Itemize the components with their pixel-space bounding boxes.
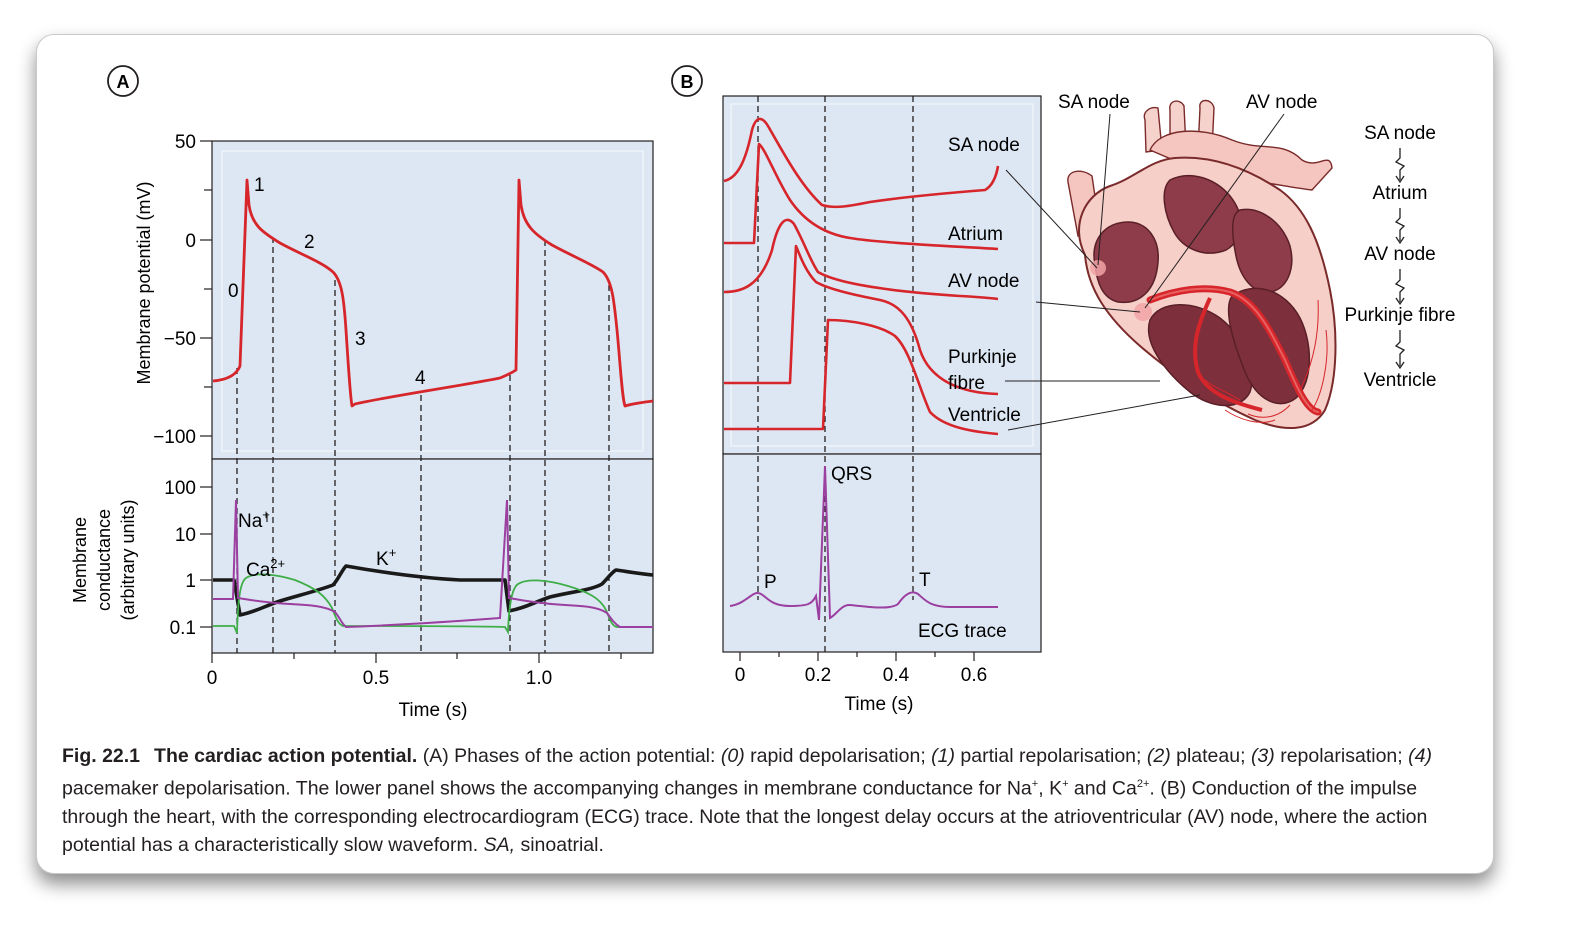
panel-b-xtick-0.4: 0.4: [883, 665, 910, 686]
caption-phase-4: (4): [1408, 745, 1432, 767]
caption-phase-1: (1): [931, 745, 955, 767]
label-sa-node-trace: SA node: [948, 135, 1020, 156]
panel-b-letter: B: [681, 72, 694, 92]
caption-text-2: rapid depolarisation;: [744, 745, 932, 767]
panel-b-xtick-0: 0: [735, 665, 746, 686]
caption-text-7: , K: [1038, 777, 1063, 800]
label-purkinje-trace: Purkinje: [948, 347, 1017, 368]
label-atrium-trace: Atrium: [948, 224, 1003, 245]
panel-b-x-axis-label: Time (s): [845, 694, 914, 715]
pathway-ventricle: Ventricle: [1364, 370, 1437, 391]
label-fibre-trace: fibre: [948, 373, 985, 394]
label-ventricle-trace: Ventricle: [948, 405, 1021, 426]
lower-ytick-1: 1: [185, 571, 196, 592]
upper-ytick-minus50: −50: [164, 329, 196, 350]
lower-ytick-10: 10: [175, 525, 196, 546]
caption-text-5: repolarisation;: [1274, 745, 1409, 767]
lower-y-label-2: conductance: [94, 509, 114, 611]
panel-a-xtick-1.0: 1.0: [526, 668, 552, 689]
phase-label-4: 4: [415, 368, 426, 389]
caption-phase-0: (0): [720, 745, 745, 767]
caption-text-4: plateau;: [1170, 745, 1251, 767]
pathway-av-node: AV node: [1364, 244, 1435, 265]
upper-ytick-minus100: −100: [153, 427, 196, 448]
pathway-sa-node: SA node: [1364, 123, 1436, 144]
caption-phase-3: (3): [1250, 745, 1275, 767]
pathway-purkinje-fibre: Purkinje fibre: [1345, 305, 1456, 326]
phase-label-3: 3: [355, 329, 366, 350]
panel-a-x-axis-label: Time (s): [399, 700, 468, 721]
panel-a-upper-plot: [211, 140, 654, 460]
lower-y-label-3: (arbitrary units): [118, 499, 138, 620]
panel-b-xtick-0.6: 0.6: [961, 665, 987, 686]
caption-text-6: pacemaker depolarisation. The lower pane…: [62, 777, 1032, 800]
heart-label-av-node: AV node: [1246, 92, 1317, 113]
lower-ytick-0.1: 0.1: [170, 618, 196, 639]
upper-y-axis-label: Membrane potential (mV): [134, 181, 154, 384]
lower-y-label-1: Membrane: [70, 517, 90, 603]
panel-b-xtick-0.2: 0.2: [805, 665, 831, 686]
upper-ytick-0: 0: [185, 231, 196, 252]
panel-a-letter: A: [117, 72, 130, 92]
label-av-node-trace: AV node: [948, 271, 1019, 292]
caption-text-1: (A) Phases of the action potential:: [417, 745, 721, 767]
ecg-label-t: T: [919, 570, 931, 591]
upper-ytick-50: 50: [175, 132, 196, 153]
panel-a-xtick-0: 0: [207, 668, 218, 689]
caption-text-8: and Ca: [1068, 777, 1137, 800]
heart-label-sa-node: SA node: [1058, 92, 1130, 113]
panel-a-xtick-0.5: 0.5: [363, 668, 389, 689]
phase-label-2: 2: [304, 232, 315, 253]
caption-sup-3: 2+: [1136, 778, 1150, 790]
caption-phase-2: (2): [1146, 745, 1171, 767]
caption-text-3: partial repolarisation;: [955, 745, 1147, 767]
caption-sa-italic: SA,: [483, 833, 516, 856]
ecg-caption: ECG trace: [918, 621, 1007, 642]
pathway-atrium: Atrium: [1373, 183, 1428, 204]
ecg-label-p: P: [764, 572, 777, 593]
ecg-label-qrs: QRS: [831, 464, 872, 485]
caption-title: The cardiac action potential.: [154, 745, 418, 767]
phase-label-0: 0: [228, 281, 239, 302]
heart-illustration: [1067, 99, 1337, 429]
caption-fig-number: Fig. 22.1: [62, 745, 141, 767]
caption-text-10: sinoatrial.: [515, 833, 604, 856]
phase-label-1: 1: [254, 175, 265, 196]
figure-caption: Fig. 22.1 The cardiac action potential. (…: [62, 742, 1474, 859]
lower-ytick-100: 100: [164, 478, 196, 499]
